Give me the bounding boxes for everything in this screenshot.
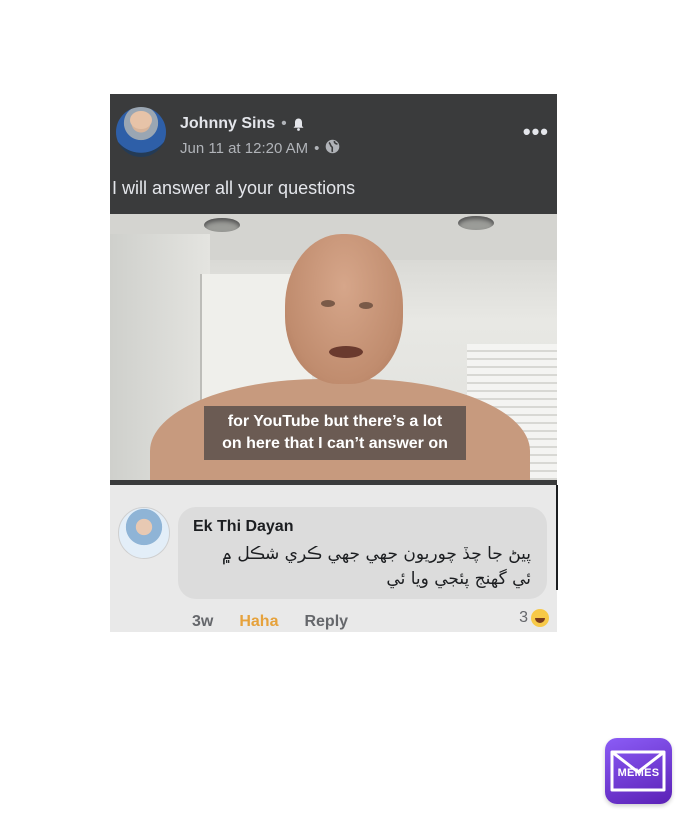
divider [556, 485, 558, 590]
memes-logo-icon[interactable]: MEMES [605, 738, 672, 804]
post-text: I will answer all your questions [112, 178, 356, 198]
video-person-head [285, 234, 403, 384]
more-options-icon[interactable]: ••• [523, 121, 549, 143]
video-caption-line: for YouTube but there’s a lot [227, 413, 443, 430]
reply-button[interactable]: Reply [304, 613, 348, 631]
memes-logo-label: MEMES [617, 767, 660, 779]
commenter-avatar[interactable] [118, 507, 170, 559]
comment: Ek Thi Dayan پيڻ جا چڏ چوريون جهي جهي ڪر… [110, 485, 557, 632]
comment-text-line: پيڻ جا چڏ چوريون جهي جهي ڪري شڪل ۾ [222, 544, 531, 564]
separator-dot: • [314, 140, 320, 157]
video-person-eye [359, 302, 373, 309]
globe-icon [325, 139, 340, 158]
author-avatar[interactable] [116, 107, 166, 157]
commenter-name[interactable]: Ek Thi Dayan [193, 518, 293, 536]
video-person-eye [321, 300, 335, 307]
post-header: Johnny Sins • [180, 115, 304, 133]
haha-reaction-icon [531, 609, 549, 627]
post-video[interactable]: for YouTube but there’s a lot on here th… [110, 214, 557, 480]
reaction-count: 3 [519, 609, 528, 626]
post-meta: Jun 11 at 12:20 AM • [180, 139, 340, 158]
post-date[interactable]: Jun 11 at 12:20 AM [180, 140, 308, 157]
video-person-mouth [329, 346, 363, 358]
reaction-summary[interactable]: 3 [519, 609, 549, 627]
haha-button[interactable]: Haha [239, 613, 278, 631]
video-caption: for YouTube but there’s a lot on here th… [204, 406, 466, 460]
ceiling-light [204, 218, 240, 232]
comment-age: 3w [192, 613, 214, 630]
facebook-post: Johnny Sins • Jun 11 at 12:20 AM • ••• I… [110, 94, 557, 485]
separator-dot: • [281, 115, 287, 132]
comment-actions: 3w Haha Reply [192, 613, 348, 631]
comment-bubble: Ek Thi Dayan پيڻ جا چڏ چوريون جهي جهي ڪر… [178, 507, 547, 599]
author-name[interactable]: Johnny Sins [180, 115, 275, 133]
comment-text-line: ئي گهنج پئجي ويا ئي [386, 569, 531, 589]
ceiling-light [458, 216, 494, 230]
video-caption-line: on here that I can’t answer on [222, 435, 448, 452]
bell-icon[interactable] [293, 118, 304, 131]
